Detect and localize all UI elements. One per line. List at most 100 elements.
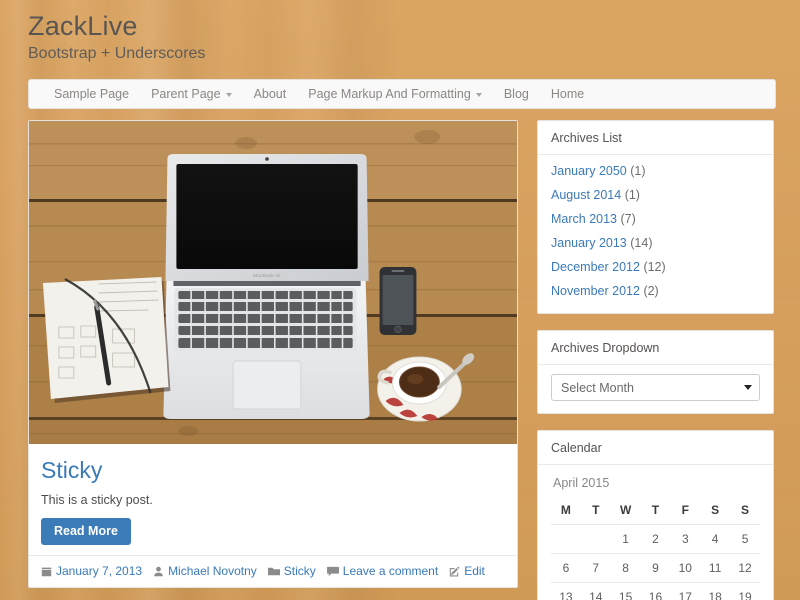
archives-month-selected-label: Select Month [561,380,634,395]
post-article: MacBook Air Sticky This is a sticky post… [28,120,518,589]
calendar-weekday: S [700,498,731,526]
calendar-week-row: 6 7 8 9 10 11 12 [551,553,760,584]
archive-count: (12) [643,260,666,275]
calendar-day: 16 [640,582,671,600]
comment-icon [326,566,339,577]
post-author[interactable]: Michael Novotny [153,564,257,578]
widget-title-archives-list: Archives List [538,121,773,156]
archives-month-select[interactable]: Select Month [551,374,760,402]
nav-item-sample-page[interactable]: Sample Page [43,80,140,108]
featured-image[interactable]: MacBook Air [29,121,517,445]
archive-link[interactable]: November 2012 [551,284,640,298]
calendar-weekday: T [640,498,671,526]
calendar-body: April 2015 M T W T F S S 1 2 3 4 5 6 7 8… [538,465,773,600]
chevron-down-icon [225,92,232,97]
list-item: January 2013 (14) [551,236,760,251]
calendar-week-row: 1 2 3 4 5 [551,524,760,555]
archive-link[interactable]: August 2014 [551,188,621,202]
post-category[interactable]: Sticky [267,564,316,579]
archive-link[interactable]: January 2013 [551,236,627,250]
calendar-day: 13 [551,582,581,600]
nav-label: Home [550,87,585,102]
post-body: Sticky This is a sticky post. Read More [29,444,517,555]
calendar-day: 12 [730,553,760,584]
post-meta: January 7, 2013 Michael Novotny Sticky L… [29,555,517,587]
post-edit-label: Edit [464,564,485,579]
archive-count: (1) [630,164,646,179]
archive-count: (2) [643,284,659,299]
archives-list: January 2050 (1) August 2014 (1) March 2… [551,164,760,299]
archive-link[interactable]: January 2050 [551,164,627,178]
widget-archives-dropdown: Archives Dropdown Select Month [537,330,774,415]
post-edit[interactable]: Edit [449,564,485,578]
calendar-day: 7 [580,553,611,584]
list-item: December 2012 (12) [551,260,760,275]
sidebar: Archives List January 2050 (1) August 20… [537,120,774,600]
site-description: Bootstrap + Underscores [28,45,206,63]
calendar-caption: April 2015 [553,476,610,491]
calendar-week-row: 13 14 15 16 17 18 19 [551,582,760,600]
calendar-day: 8 [610,553,641,584]
calendar-day: 1 [610,524,641,555]
list-item: August 2014 (1) [551,188,760,203]
nav-label: Blog [503,87,529,102]
nav-item-blog[interactable]: Blog [493,80,540,108]
calendar-day: 18 [700,582,731,600]
nav-label: Page Markup And Formatting [308,87,471,102]
post-category-label: Sticky [283,564,316,579]
calendar-weekday: M [551,498,581,526]
folder-icon [267,566,280,577]
post-excerpt: This is a sticky post. [41,493,153,508]
calendar-day [551,524,581,555]
nav-item-parent-page[interactable]: Parent Page [140,80,243,108]
archive-count: (14) [630,236,653,251]
calendar-weekday-row: M T W T F S S [551,498,760,526]
archive-link[interactable]: December 2012 [551,260,640,274]
calendar-table: M T W T F S S 1 2 3 4 5 6 7 8 9 10 11 12… [551,498,760,600]
post-comments[interactable]: Leave a comment [326,564,439,579]
archive-link[interactable]: March 2013 [551,212,617,226]
nav-item-home[interactable]: Home [540,80,595,108]
calendar-weekday: F [670,498,701,526]
calendar-day: 2 [640,524,671,555]
nav-item-page-markup-and-formatting[interactable]: Page Markup And Formatting [297,80,493,108]
main-content: MacBook Air Sticky This is a sticky post… [28,120,518,589]
content-columns: MacBook Air Sticky This is a sticky post… [28,120,776,600]
calendar-day: 5 [730,524,760,555]
edit-icon [449,566,460,577]
main-navigation: Sample Page Parent Page About Page Marku… [28,79,776,110]
site-title[interactable]: ZackLive [28,10,800,42]
calendar-day: 19 [730,582,760,600]
nav-label: Sample Page [54,87,130,102]
calendar-day [580,524,611,555]
archive-count: (7) [620,212,636,227]
list-item: January 2050 (1) [551,164,760,179]
calendar-day: 10 [670,553,701,584]
post-comments-label: Leave a comment [342,564,439,579]
widget-calendar: Calendar April 2015 M T W T F S S 1 2 3 … [537,430,774,600]
read-more-button[interactable]: Read More [41,518,131,546]
calendar-weekday: S [730,498,760,526]
calendar-day: 14 [580,582,611,600]
chevron-down-icon [475,92,482,97]
calendar-day: 3 [670,524,701,555]
nav-item-about[interactable]: About [243,80,298,108]
post-date-label: January 7, 2013 [56,564,143,579]
page-root: ZackLive Bootstrap + Underscores Sample … [0,0,800,600]
nav-label: About [253,87,287,102]
widget-title-archives-dropdown: Archives Dropdown [538,331,773,366]
post-date[interactable]: January 7, 2013 [41,564,142,578]
calendar-weekday: T [580,498,611,526]
widget-title-calendar: Calendar [538,431,773,466]
post-author-label: Michael Novotny [168,564,257,579]
site-header: ZackLive Bootstrap + Underscores [0,0,800,65]
calendar-day: 17 [670,582,701,600]
nav-label: Parent Page [151,87,221,102]
calendar-weekday: W [610,498,641,526]
calendar-icon [41,566,52,577]
calendar-day: 9 [640,553,671,584]
calendar-day: 11 [700,553,731,584]
archives-list-body: January 2050 (1) August 2014 (1) March 2… [538,155,773,313]
post-title[interactable]: Sticky [41,457,505,483]
select-wrapper: Select Month [551,374,760,402]
